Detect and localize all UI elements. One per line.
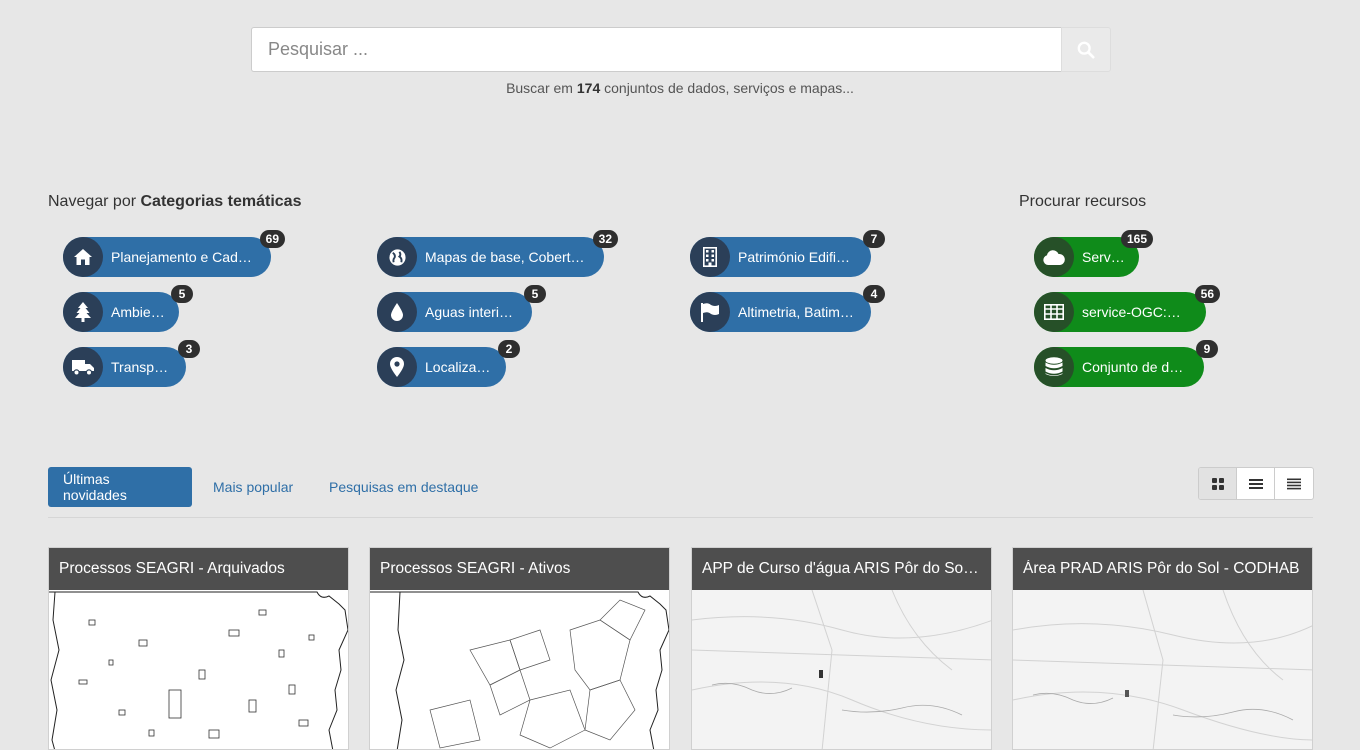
tabs-divider [48,517,1313,518]
category-planejamento[interactable]: Planejamento e Cadastro 69 [63,230,285,277]
tab-mais-popular[interactable]: Mais popular [213,467,293,507]
category-transporte[interactable]: Transporte 3 [63,340,200,387]
view-mode-switcher [1198,467,1314,500]
category-altimetria[interactable]: Altimetria, Batimetria 4 [690,285,885,332]
card-thumbnail [49,590,348,749]
category-ambiente[interactable]: Ambiente 5 [63,285,193,332]
truck-icon [72,359,94,376]
card-title[interactable]: APP de Curso d'água ARIS Pôr do Sol -... [692,548,991,590]
card-title[interactable]: Área PRAD ARIS Pôr do Sol - CODHAB [1013,548,1312,590]
home-icon [74,249,92,265]
search-bar [251,27,1111,72]
resource-wms[interactable]: service-OGC:WMS 56 [1034,285,1220,332]
card-thumbnail [370,590,669,749]
card-title[interactable]: Processos SEAGRI - Ativos [370,548,669,590]
count-badge: 5 [171,285,193,303]
globe-icon [388,248,406,266]
count-badge: 56 [1194,285,1220,303]
count-badge: 9 [1196,340,1218,358]
count-badge: 69 [259,230,285,248]
map-marker-icon [390,357,404,377]
count-badge: 7 [863,230,885,248]
cloud-icon [1043,249,1065,265]
dataset-count: 174 [576,80,601,96]
resources-heading: Procurar recursos [1019,193,1147,210]
compact-list-view-button[interactable] [1275,468,1313,499]
grid-view-button[interactable] [1199,468,1237,499]
card-thumbnail [692,590,991,749]
category-mapas-de-base[interactable]: Mapas de base, Cobertur... 32 [377,230,618,277]
count-badge: 2 [498,340,520,358]
building-icon [703,247,717,267]
drop-icon [391,303,403,321]
dataset-card[interactable]: APP de Curso d'água ARIS Pôr do Sol -... [691,547,992,750]
count-badge: 4 [863,285,885,303]
compact-list-icon [1287,478,1301,489]
card-thumbnail [1013,590,1312,749]
flag-icon [701,303,719,322]
table-icon [1044,304,1064,320]
count-badge: 3 [178,340,200,358]
list-icon [1248,478,1263,489]
category-aguas-interiores[interactable]: Aguas interiores 5 [377,285,546,332]
search-icon [1077,41,1095,59]
category-patrimonio[interactable]: Património Edificado 7 [690,230,885,277]
database-icon [1045,357,1063,376]
count-badge: 165 [1120,230,1153,248]
search-hint: Buscar em 174 conjuntos de dados, serviç… [506,80,854,96]
tab-pesquisas-em-destaque[interactable]: Pesquisas em destaque [329,467,478,507]
tab-ultimas-novidades[interactable]: Últimas novidades [48,467,192,507]
resource-conjunto-de-dados[interactable]: Conjunto de dados 9 [1034,340,1218,387]
tree-icon [75,302,91,322]
resource-servico[interactable]: Serviço 165 [1034,230,1153,277]
list-view-button[interactable] [1237,468,1275,499]
dataset-card[interactable]: Área PRAD ARIS Pôr do Sol - CODHAB [1012,547,1313,750]
count-badge: 32 [592,230,618,248]
search-input[interactable] [251,27,1061,72]
dataset-card[interactable]: Processos SEAGRI - Ativos [369,547,670,750]
category-localizacao[interactable]: Localização 2 [377,340,520,387]
dataset-card[interactable]: Processos SEAGRI - Arquivados [48,547,349,750]
categories-heading: Navegar por Categorias temáticas [48,193,302,210]
count-badge: 5 [524,285,546,303]
grid-icon [1211,477,1224,490]
card-title[interactable]: Processos SEAGRI - Arquivados [49,548,348,590]
search-button[interactable] [1061,27,1111,72]
